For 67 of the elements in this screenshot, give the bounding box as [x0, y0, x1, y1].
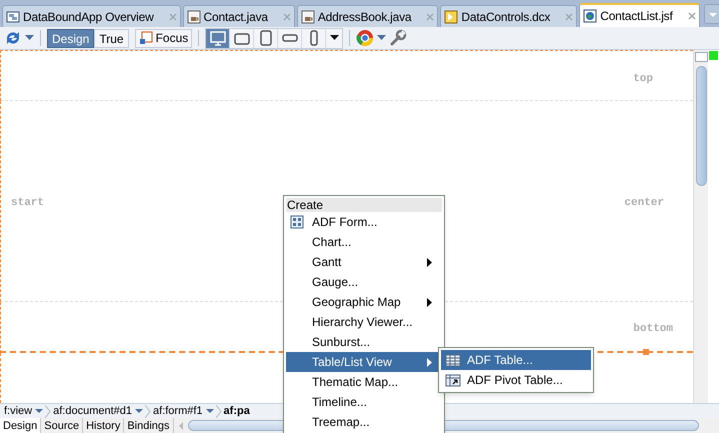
editor-tab[interactable]: ContactList.jsf	[579, 3, 700, 27]
caret-icon	[35, 408, 44, 414]
pivot-table-icon	[445, 372, 461, 388]
menu-item[interactable]: Geographic Map	[286, 292, 442, 312]
caret-icon	[330, 35, 339, 41]
menu-item[interactable]: Hierarchy Viewer...	[286, 312, 442, 332]
menu-item[interactable]: Timeline...	[286, 392, 442, 412]
caret-icon[interactable]	[377, 35, 386, 41]
phone-button[interactable]	[302, 28, 326, 48]
editor-tab[interactable]: DataBoundApp Overview	[2, 5, 181, 27]
tablet-button[interactable]	[230, 28, 254, 48]
tablet-button[interactable]	[254, 28, 278, 48]
menu-item[interactable]: Chart...	[286, 232, 442, 252]
submenu-arrow-icon	[427, 258, 432, 266]
table-icon	[445, 352, 461, 368]
browser-icon[interactable]	[356, 29, 374, 47]
design-toggle-button[interactable]: Design	[47, 28, 94, 48]
tab-list-dropdown-icon[interactable]	[704, 4, 719, 24]
breadcrumb-label: f:view	[4, 404, 32, 419]
breadcrumb-label: af:document#d1	[53, 404, 132, 419]
coffee-cup-icon	[186, 10, 201, 24]
form-icon	[290, 215, 304, 229]
breadcrumb-item[interactable]: f:view	[4, 402, 44, 420]
focus-icon	[138, 31, 153, 45]
bottom-tab[interactable]: Design	[0, 418, 42, 433]
breadcrumb-label: af:form#f1	[153, 404, 203, 419]
focus-button[interactable]: Focus	[134, 28, 192, 48]
breadcrumb-item[interactable]: af:document#d1	[53, 402, 144, 420]
toggle-button[interactable]: True	[94, 28, 129, 48]
status-square-icon	[709, 51, 718, 60]
caret-icon[interactable]	[25, 35, 34, 41]
resize-handle[interactable]	[643, 349, 649, 355]
menu-item[interactable]: Gantt	[286, 252, 442, 272]
dropdown-button[interactable]	[326, 28, 342, 48]
editor-tab[interactable]: AddressBook.java	[296, 5, 438, 27]
menu-item[interactable]: ADF Pivot Table...	[441, 370, 591, 390]
wrench-icon[interactable]	[389, 29, 408, 47]
breadcrumb-item[interactable]: af:pa	[224, 402, 250, 420]
menu-item[interactable]: Sunburst...	[286, 332, 442, 352]
submenu-arrow-icon	[427, 358, 432, 366]
region-label: start	[11, 196, 44, 211]
menu-item[interactable]: ADF Form...	[286, 212, 442, 232]
chevron-icon	[216, 404, 222, 418]
menu-item[interactable]: Thematic Map...	[286, 372, 442, 392]
menu-item[interactable]: Gauge...	[286, 272, 442, 292]
region-label: top	[633, 72, 653, 87]
chevron-icon	[45, 404, 52, 418]
monitor-icon	[208, 29, 227, 47]
close-icon[interactable]	[688, 12, 696, 20]
window-icon	[6, 10, 20, 24]
vertical-scrollbar[interactable]	[693, 50, 708, 403]
region-label: bottom	[633, 322, 673, 337]
chevron-icon	[145, 404, 152, 418]
breadcrumb-item[interactable]: af:form#f1	[153, 402, 214, 420]
monitor-button[interactable]	[206, 28, 230, 48]
caret-icon	[206, 408, 214, 414]
menu-item[interactable]: ADF Table...	[441, 350, 591, 370]
globe-icon	[583, 9, 598, 23]
editor-tab[interactable]: DataControls.dcx	[440, 5, 578, 27]
submenu-arrow-icon	[427, 298, 432, 306]
editor-tab[interactable]: Contact.java	[182, 5, 295, 27]
menu-item[interactable]: Treemap...	[286, 412, 442, 432]
region-label: center	[624, 196, 664, 211]
phone-button[interactable]	[278, 28, 302, 48]
menu-header: Create	[286, 198, 442, 212]
coffee-cup-icon	[300, 10, 315, 24]
caret-icon	[135, 408, 144, 414]
